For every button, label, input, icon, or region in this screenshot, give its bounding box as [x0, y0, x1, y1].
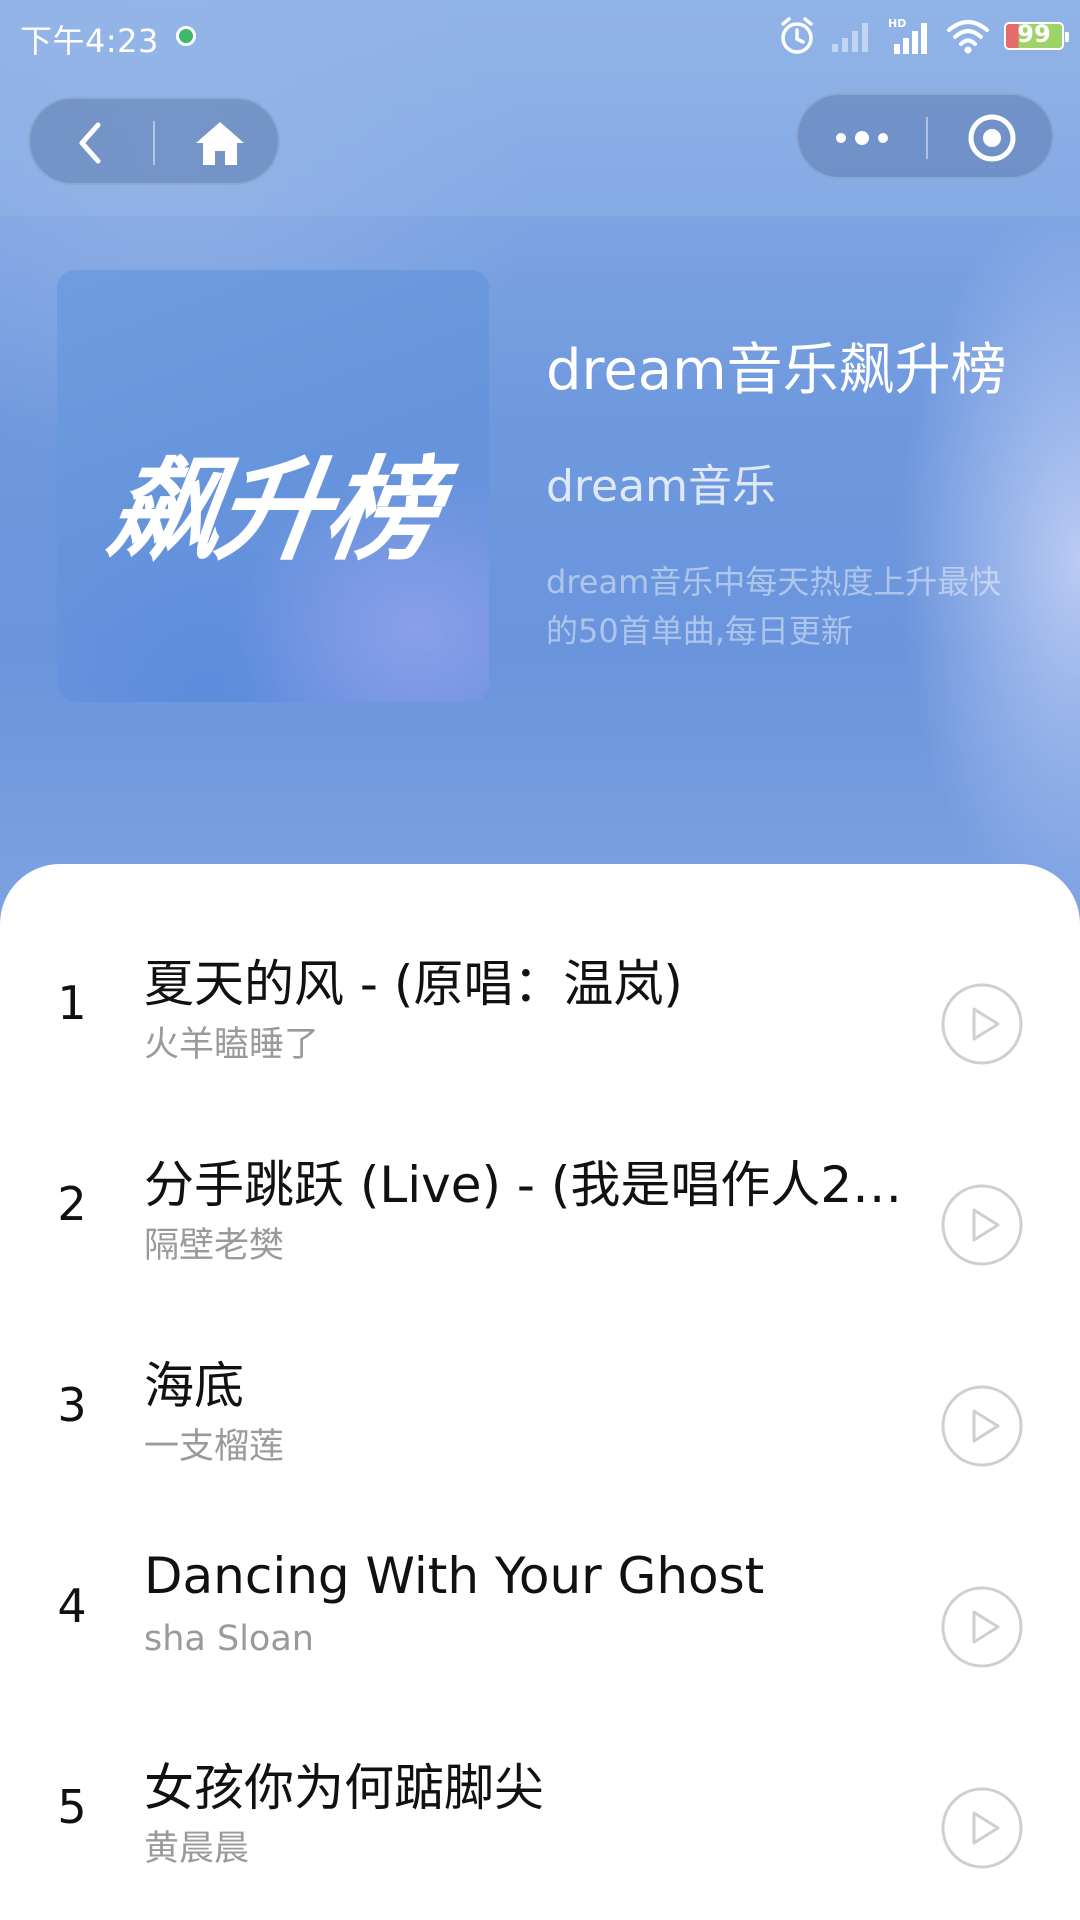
playlist-creator[interactable]: dream音乐	[546, 450, 776, 514]
play-icon[interactable]	[940, 1384, 1024, 1468]
chevron-left-icon	[79, 122, 101, 164]
notification-dot-icon	[176, 26, 196, 46]
song-title: 女孩你为何踮脚尖	[144, 1759, 544, 1817]
song-rank: 5	[57, 1780, 87, 1834]
song-rank: 3	[57, 1378, 87, 1432]
more-dots-icon	[836, 131, 888, 145]
back-button[interactable]	[30, 99, 154, 187]
playlist-description: dream音乐中每天热度上升最快的50首单曲,每日更新	[546, 563, 1002, 650]
signal-weak-icon	[830, 18, 874, 54]
close-miniprogram-button[interactable]	[928, 95, 1056, 181]
home-button[interactable]	[158, 99, 282, 187]
status-icons: HD 99	[778, 14, 1069, 58]
alarm-icon	[778, 16, 816, 56]
song-title: 分手跳跃 (Live) - (我是唱作人2第…	[144, 1156, 934, 1214]
svg-text:HD: HD	[888, 17, 906, 30]
capsule-divider	[153, 121, 155, 165]
song-artist: 隔壁老樊	[144, 1226, 285, 1266]
miniprogram-menu-capsule	[796, 93, 1054, 179]
song-row[interactable]: 5 女孩你为何踮脚尖 黄晨晨	[0, 1708, 1080, 1908]
song-row[interactable]: 3 海底 一支榴莲	[0, 1306, 1080, 1506]
song-title: 夏天的风 - (原唱：温岚)	[144, 955, 683, 1013]
more-button[interactable]	[798, 95, 926, 181]
playlist-title: dream音乐飙升榜	[546, 338, 1007, 403]
nav-capsule	[28, 97, 280, 185]
song-title: Dancing With Your Ghost	[144, 1547, 765, 1605]
battery-level: 99	[1017, 20, 1051, 48]
home-icon	[196, 122, 244, 165]
song-artist: 黄晨晨	[144, 1829, 250, 1869]
cover-logo-text: 飙升榜	[100, 446, 443, 576]
play-icon[interactable]	[940, 1786, 1024, 1870]
song-rank: 1	[57, 976, 87, 1030]
battery-icon: 99	[1004, 20, 1069, 50]
status-bar: 下午4:23 HD 99	[0, 0, 1080, 72]
song-rank: 2	[57, 1177, 87, 1231]
wifi-icon	[946, 18, 990, 54]
song-artist: 一支榴莲	[144, 1427, 285, 1467]
song-list: 1 夏天的风 - (原唱：温岚) 火羊瞌睡了 2 分手跳跃 (Live) - (…	[0, 864, 1080, 1920]
song-artist: 火羊瞌睡了	[144, 1025, 320, 1065]
target-icon	[968, 114, 1016, 162]
song-rank: 4	[57, 1579, 87, 1633]
signal-hd-icon: HD	[888, 16, 932, 56]
song-artist: sha Sloan	[144, 1619, 314, 1659]
song-row[interactable]: 2 分手跳跃 (Live) - (我是唱作人2第… 隔壁老樊	[0, 1105, 1080, 1305]
status-time: 下午4:23	[20, 22, 159, 60]
playlist-cover-image: 飙升榜	[57, 270, 489, 702]
play-icon[interactable]	[940, 1585, 1024, 1669]
play-icon[interactable]	[940, 1183, 1024, 1267]
song-row[interactable]: 1 夏天的风 - (原唱：温岚) 火羊瞌睡了	[0, 904, 1080, 1104]
song-row[interactable]: 4 Dancing With Your Ghost sha Sloan	[0, 1507, 1080, 1707]
song-title: 海底	[144, 1357, 244, 1415]
play-icon[interactable]	[940, 982, 1024, 1066]
